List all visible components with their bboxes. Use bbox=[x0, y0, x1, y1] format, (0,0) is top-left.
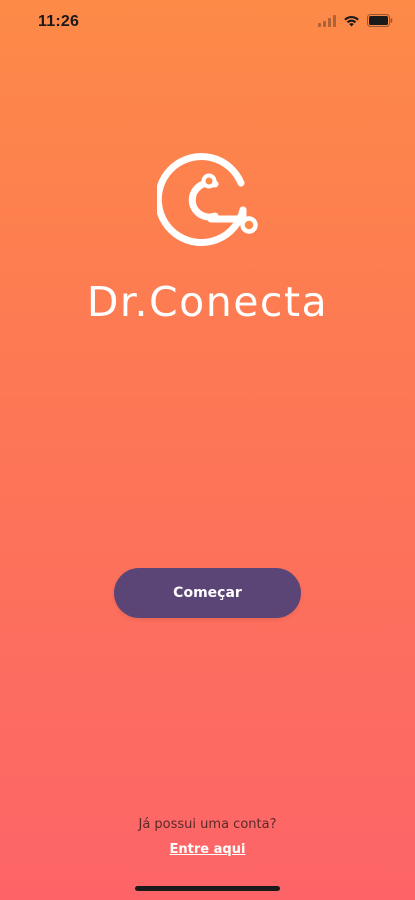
brand-name: Dr.Conecta bbox=[86, 278, 329, 326]
welcome-screen: 11:26 Dr.Conecta Começar Já possui uma c… bbox=[0, 0, 415, 900]
dr-conecta-logo-icon bbox=[154, 150, 261, 250]
status-icons bbox=[318, 14, 393, 27]
battery-icon bbox=[367, 14, 393, 27]
status-bar: 11:26 bbox=[0, 0, 415, 44]
wifi-icon bbox=[343, 15, 360, 27]
home-indicator[interactable] bbox=[135, 886, 280, 891]
account-question: Já possui uma conta? bbox=[138, 817, 277, 832]
login-link[interactable]: Entre aqui bbox=[0, 842, 415, 857]
signal-icon bbox=[318, 14, 336, 27]
status-time: 11:26 bbox=[38, 13, 80, 30]
start-button[interactable]: Começar bbox=[114, 568, 301, 618]
